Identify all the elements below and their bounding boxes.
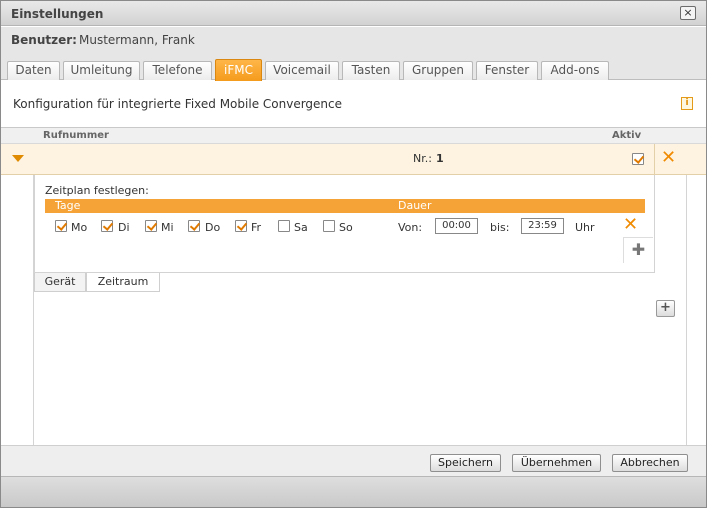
- footer-bar: Speichern Übernehmen Abbrechen: [1, 445, 706, 476]
- row-detail-panel: Zeitplan festlegen: Tage Dauer Mo Di Mi …: [34, 175, 655, 273]
- day-checkbox-mo[interactable]: [55, 220, 67, 232]
- column-header-duration: Dauer: [398, 199, 432, 212]
- day-label-do: Do: [205, 221, 221, 234]
- delete-schedule-icon[interactable]: ✕: [623, 216, 638, 234]
- tab-fenster[interactable]: Fenster: [476, 61, 538, 80]
- page-description: Konfiguration für integrierte Fixed Mobi…: [13, 97, 343, 111]
- time-from-input[interactable]: 00:00: [435, 218, 478, 234]
- delete-row-icon[interactable]: ✕: [661, 149, 676, 167]
- close-icon[interactable]: ×: [680, 6, 696, 20]
- add-schedule-icon[interactable]: ✚: [623, 237, 653, 263]
- active-checkbox[interactable]: [632, 153, 644, 165]
- day-checkbox-sa[interactable]: [278, 220, 290, 232]
- subtab-geraet[interactable]: Gerät: [34, 273, 86, 292]
- add-row-button[interactable]: +: [656, 300, 675, 317]
- row-number: Nr.: 1: [413, 152, 444, 165]
- grid-header: Rufnummer Aktiv: [1, 127, 706, 144]
- expand-arrow-icon[interactable]: [12, 155, 24, 162]
- column-header-number: Rufnummer: [43, 130, 109, 141]
- time-unit: Uhr: [575, 221, 595, 234]
- table-row[interactable]: Nr.: 1 ✕: [1, 144, 706, 175]
- cancel-button[interactable]: Abbrechen: [612, 454, 688, 472]
- row-divider: [654, 144, 655, 175]
- window-title: Einstellungen: [11, 7, 104, 21]
- column-header-active: Aktiv: [612, 130, 642, 141]
- tab-add-ons[interactable]: Add-ons: [541, 61, 609, 80]
- tab-umleitung[interactable]: Umleitung: [63, 61, 140, 80]
- tab-ifmc[interactable]: iFMC: [215, 59, 262, 81]
- row-number-label: Nr.:: [413, 152, 432, 165]
- row-number-value: 1: [435, 152, 444, 165]
- status-bar: [1, 476, 706, 507]
- day-label-mo: Mo: [71, 221, 88, 234]
- schedule-label: Zeitplan festlegen:: [45, 184, 149, 197]
- day-checkbox-do[interactable]: [188, 220, 200, 232]
- to-label: bis:: [490, 221, 510, 234]
- schedule-table: Tage Dauer Mo Di Mi Do Fr Sa So Von: 00:…: [45, 199, 653, 263]
- info-icon[interactable]: i: [681, 97, 693, 110]
- grid-divider: [686, 144, 687, 445]
- title-bar: Einstellungen ×: [1, 1, 706, 26]
- user-name: Mustermann, Frank: [79, 33, 195, 47]
- day-checkbox-mi[interactable]: [145, 220, 157, 232]
- tab-daten[interactable]: Daten: [7, 61, 60, 80]
- from-label: Von:: [398, 221, 423, 234]
- subtab-zeitraum[interactable]: Zeitraum: [86, 273, 160, 292]
- save-button[interactable]: Speichern: [430, 454, 501, 472]
- user-bar: Benutzer: Mustermann, Frank: [1, 27, 706, 54]
- day-label-so: So: [339, 221, 353, 234]
- day-label-fr: Fr: [251, 221, 262, 234]
- tab-voicemail[interactable]: Voicemail: [265, 61, 339, 80]
- day-label-sa: Sa: [294, 221, 308, 234]
- tab-gruppen[interactable]: Gruppen: [403, 61, 473, 80]
- day-checkbox-fr[interactable]: [235, 220, 247, 232]
- day-label-di: Di: [118, 221, 130, 234]
- day-checkbox-so[interactable]: [323, 220, 335, 232]
- user-label: Benutzer:: [11, 33, 77, 47]
- tab-tasten[interactable]: Tasten: [342, 61, 400, 80]
- tab-telefone[interactable]: Telefone: [143, 61, 212, 80]
- day-checkbox-di[interactable]: [101, 220, 113, 232]
- column-header-days: Tage: [55, 199, 81, 212]
- time-to-input[interactable]: 23:59: [521, 218, 564, 234]
- apply-button[interactable]: Übernehmen: [512, 454, 601, 472]
- settings-window: Einstellungen × Benutzer: Mustermann, Fr…: [0, 0, 707, 508]
- day-label-mi: Mi: [161, 221, 174, 234]
- tab-bar: Daten Umleitung Telefone iFMC Voicemail …: [1, 54, 706, 81]
- schedule-header: Tage Dauer: [45, 199, 645, 213]
